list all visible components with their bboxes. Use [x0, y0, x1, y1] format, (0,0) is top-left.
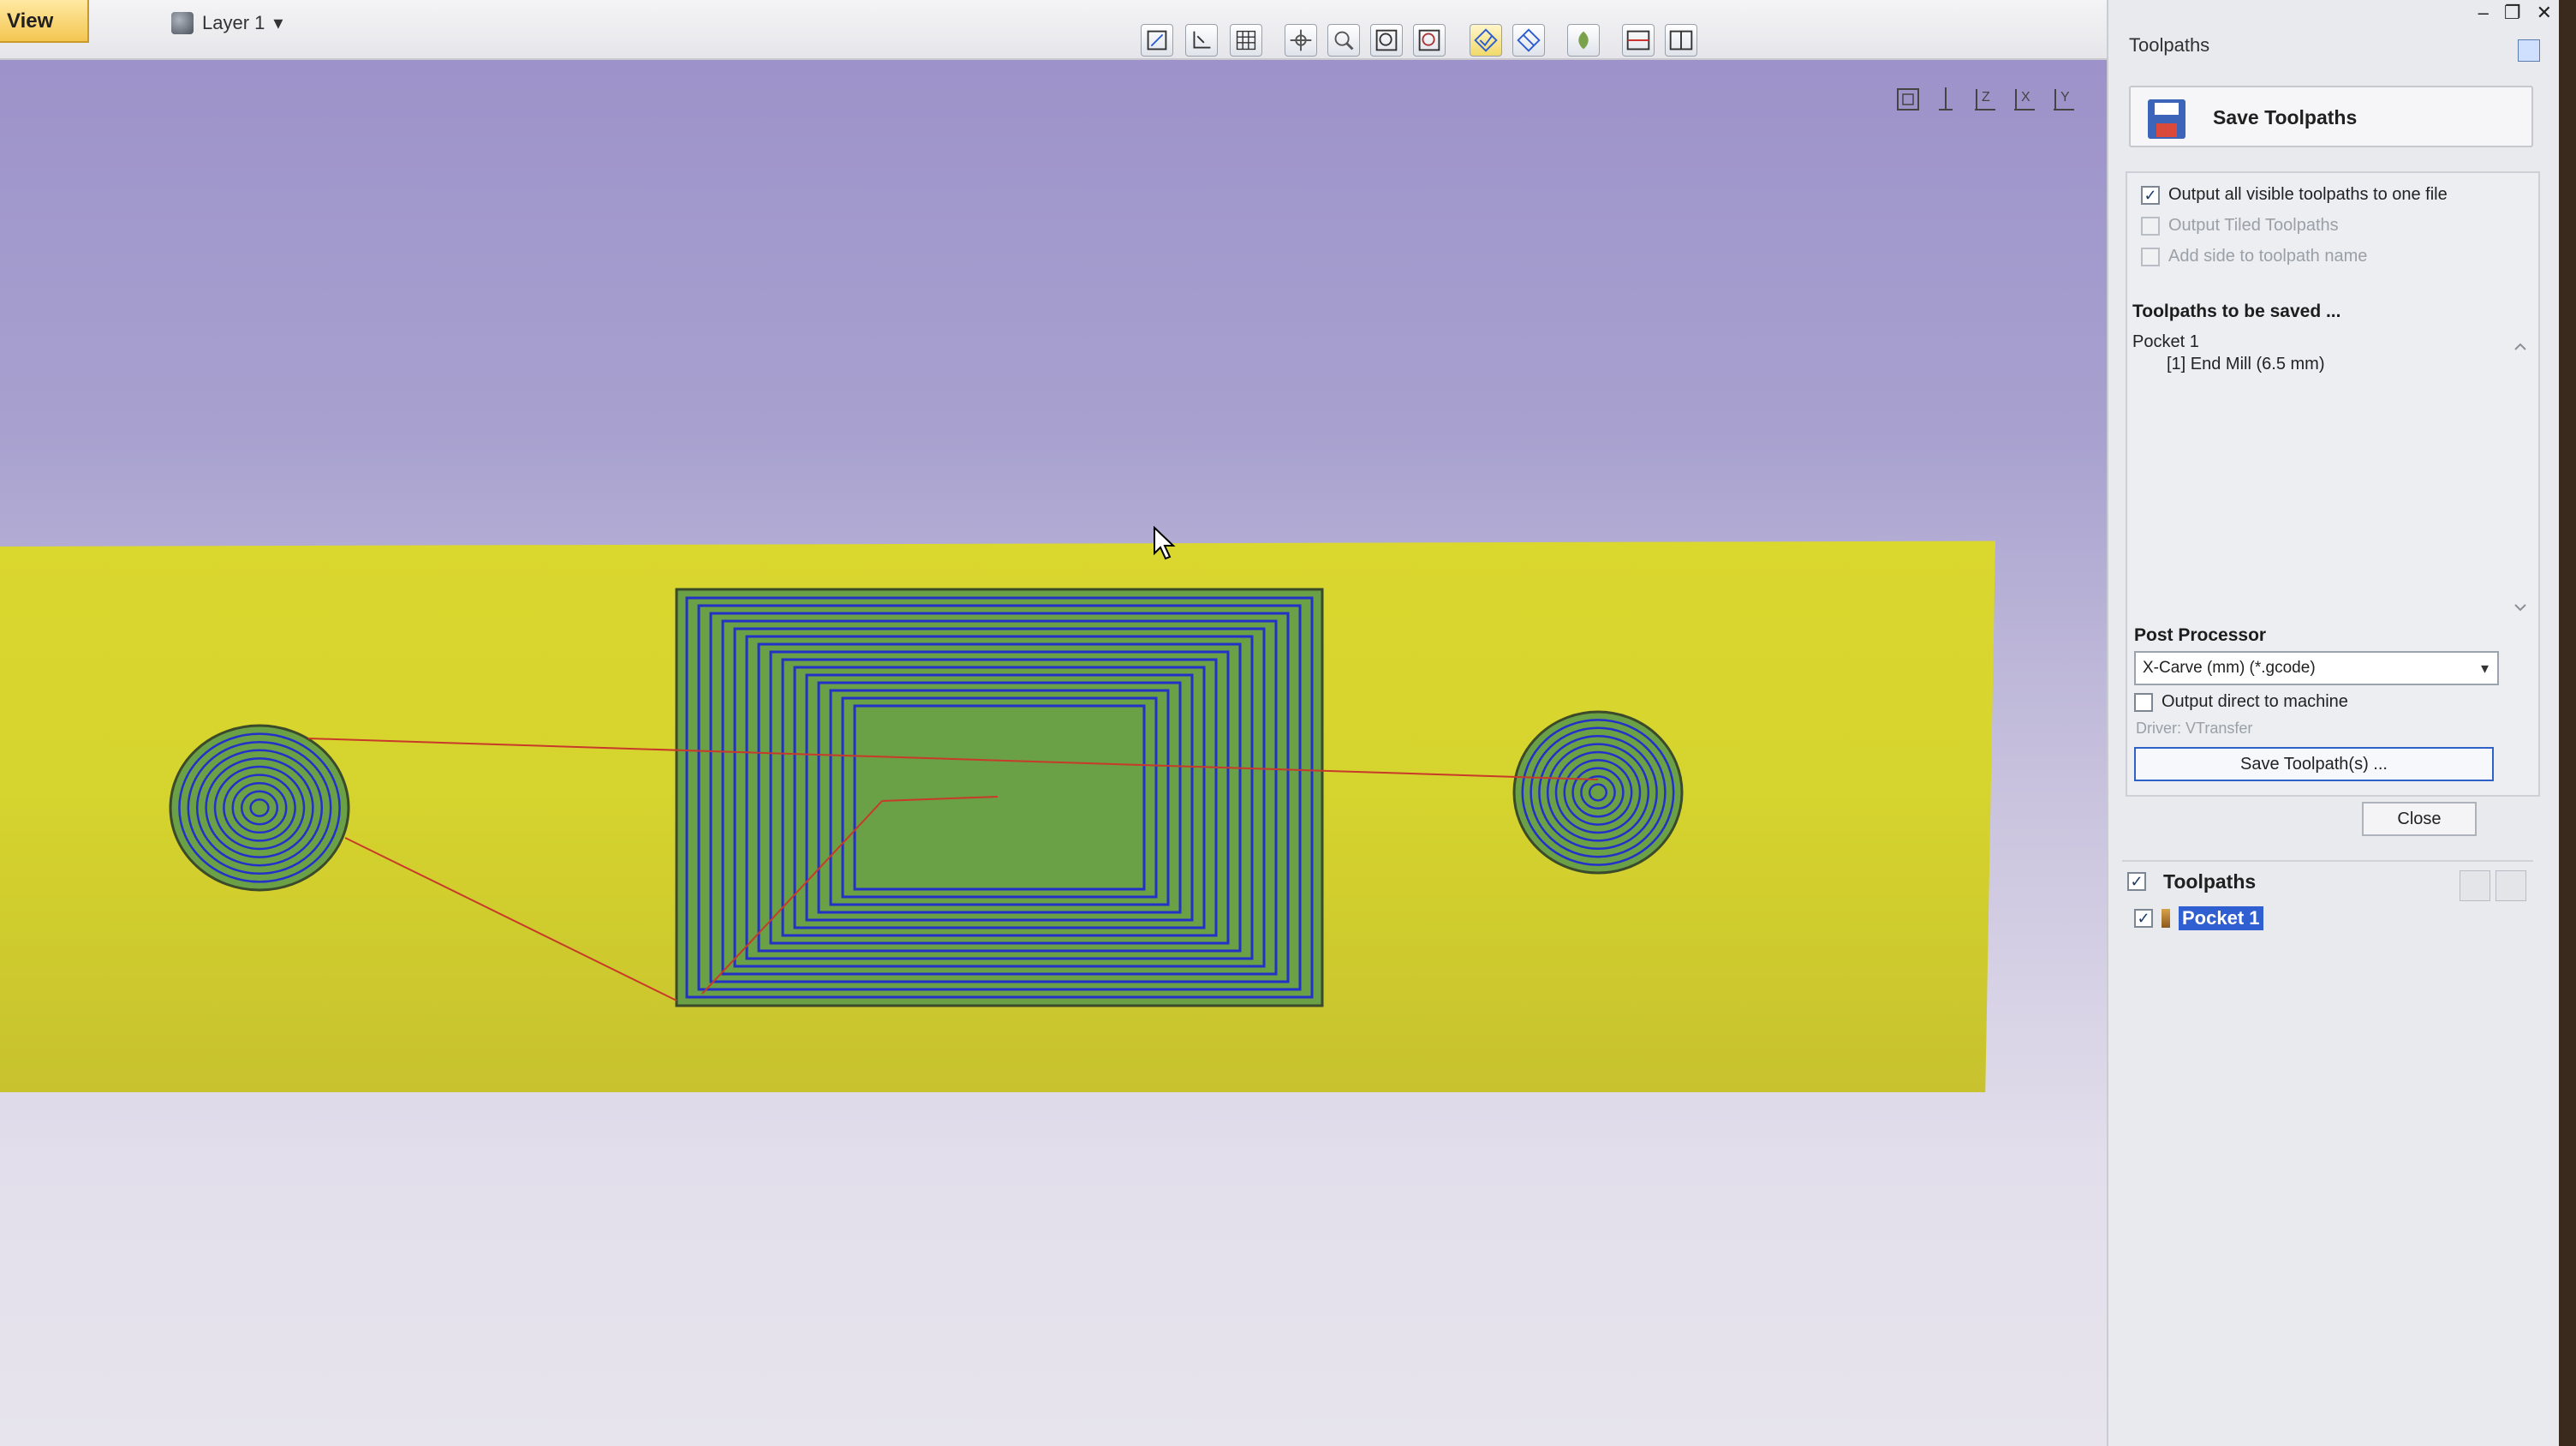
3d-viewport[interactable]: View Layer 1 ▾ Z X Y: [0, 0, 2107, 1446]
output-direct-checkbox[interactable]: [2134, 692, 2153, 712]
save-disk-icon: [2148, 99, 2185, 139]
post-processor-heading: Post Processor: [2134, 625, 2267, 645]
tree-item-pocket-1[interactable]: ✓ Pocket 1: [2134, 906, 2263, 930]
minimize-button[interactable]: –: [2478, 2, 2489, 24]
save-toolpaths-header: Save Toolpaths: [2129, 86, 2533, 147]
list-scrollbar[interactable]: [2509, 336, 2531, 618]
rapid-line: [344, 837, 677, 1001]
toolpaths-to-save-list[interactable]: Pocket 1 [1] End Mill (6.5 mm): [2132, 331, 2509, 613]
pin-icon[interactable]: [2518, 39, 2540, 62]
one-file-label: Output all visible toolpaths to one file: [2168, 185, 2448, 204]
tree-item-checkbox[interactable]: ✓: [2134, 909, 2153, 928]
toolpaths-panel: – ❐ ✕ Toolpaths Save Toolpaths ✓ Output …: [2107, 0, 2561, 1446]
monitor-bezel: [2559, 0, 2576, 1446]
hole-toolpath-right: [1512, 710, 1684, 875]
move-down-icon[interactable]: [2496, 870, 2526, 901]
toolpath-tree-title: Toolpaths: [2163, 870, 2257, 893]
output-direct-label: Output direct to machine: [2162, 692, 2348, 711]
save-toolpaths-title: Save Toolpaths: [2213, 106, 2358, 128]
restore-button[interactable]: ❐: [2504, 2, 2521, 24]
pocket-toolpath: [675, 588, 1324, 1007]
toolpaths-visible-checkbox[interactable]: ✓: [2127, 872, 2146, 891]
one-file-checkbox[interactable]: ✓: [2141, 185, 2160, 205]
side-name-checkbox: [2141, 247, 2160, 266]
end-mill-icon: [2162, 909, 2170, 928]
toolpaths-to-save-heading: Toolpaths to be saved ...: [2132, 302, 2341, 321]
tree-item-label: Pocket 1: [2179, 906, 2263, 930]
option-output-direct[interactable]: Output direct to machine: [2134, 692, 2348, 712]
option-side-name: Add side to toolpath name: [2141, 247, 2367, 266]
panel-title: Toolpaths: [2129, 34, 2210, 56]
chevron-down-icon: ▾: [2480, 660, 2489, 677]
close-window-button[interactable]: ✕: [2537, 2, 2552, 24]
save-toolpaths-button[interactable]: Save Toolpath(s) ...: [2134, 747, 2494, 781]
move-up-icon[interactable]: [2460, 870, 2490, 901]
list-item-tool: [1] End Mill (6.5 mm): [2167, 355, 2325, 373]
toolpath-tree-header: ✓ Toolpaths: [2122, 860, 2533, 905]
list-item: Pocket 1: [2132, 332, 2199, 351]
hole-toolpath-left: [169, 724, 350, 892]
toolpath-overlay: [169, 588, 1684, 1007]
save-options-group: ✓ Output all visible toolpaths to one fi…: [2126, 171, 2540, 797]
option-tiled: Output Tiled Toolpaths: [2141, 216, 2339, 236]
tiled-checkbox: [2141, 216, 2160, 236]
mouse-cursor-icon: [1154, 526, 1176, 560]
driver-label: Driver: VTransfer: [2136, 720, 2253, 737]
option-one-file[interactable]: ✓ Output all visible toolpaths to one fi…: [2141, 185, 2448, 205]
post-processor-value: X-Carve (mm) (*.gcode): [2143, 659, 2316, 677]
window-controls: – ❐ ✕: [2478, 2, 2552, 24]
tiled-label: Output Tiled Toolpaths: [2168, 216, 2339, 235]
post-processor-select[interactable]: X-Carve (mm) (*.gcode) ▾: [2134, 651, 2499, 685]
close-button[interactable]: Close: [2362, 802, 2477, 836]
side-name-label: Add side to toolpath name: [2168, 247, 2368, 266]
